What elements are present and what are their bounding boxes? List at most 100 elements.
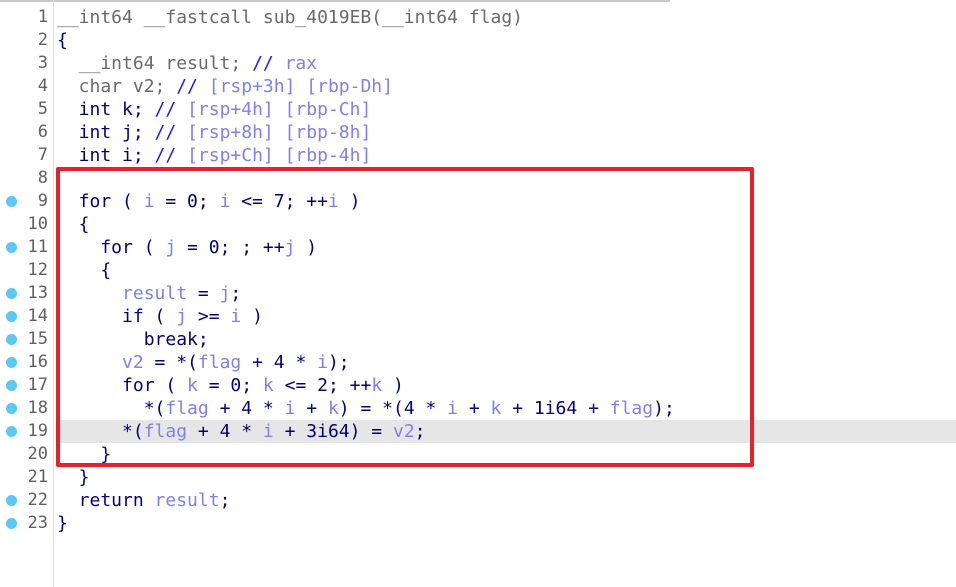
code-text: int k; // [rsp+4h] [rbp-Ch] xyxy=(57,98,372,121)
code-token: >= xyxy=(187,306,231,327)
identifier-token: j xyxy=(219,283,231,304)
code-line[interactable]: 1 __int64 __fastcall sub_4019EB(__int64 f… xyxy=(0,6,956,29)
code-line[interactable]: 5 int k; // [rsp+4h] [rbp-Ch] xyxy=(0,98,956,121)
code-line[interactable]: 16 v2 = *(flag + 4 * i); xyxy=(0,351,956,374)
code-token: { xyxy=(57,214,90,235)
code-token: for ( xyxy=(57,375,188,396)
code-line[interactable]: 4 char v2; // [rsp+3h] [rbp-Dh] xyxy=(0,75,956,98)
code-line[interactable]: 18 *(flag + 4 * i + k) = *(4 * i + k + 1… xyxy=(0,397,956,420)
identifier-token: flag xyxy=(143,421,188,442)
code-line[interactable]: 20 } xyxy=(0,443,956,466)
code-text: char v2; // [rsp+3h] [rbp-Dh] xyxy=(57,75,393,98)
code-token: } xyxy=(57,467,90,488)
code-line-highlighted[interactable]: 19 *(flag + 4 * i + 3i64) = v2; xyxy=(6,420,956,443)
code-token: + 3i64) = xyxy=(273,421,393,442)
identifier-token: i xyxy=(327,191,339,212)
code-line[interactable]: 11 for ( j = 0; ; ++j ) xyxy=(0,236,956,259)
line-number: 9 xyxy=(37,191,48,211)
identifier-token: flag xyxy=(165,398,209,419)
identifier-token: v2 xyxy=(392,421,415,442)
code-line[interactable]: 7 int i; // [rsp+Ch] [rbp-4h] xyxy=(0,144,956,167)
code-token: ; xyxy=(414,421,426,442)
comment-token: // xyxy=(154,145,188,166)
line-number: 2 xyxy=(37,30,48,50)
line-number: 6 xyxy=(37,122,48,142)
code-token: ) xyxy=(295,237,318,258)
code-line[interactable]: 8 xyxy=(0,167,956,190)
code-line[interactable]: 9 for ( i = 0; i <= 7; ++i ) xyxy=(0,190,956,213)
line-number: 1 xyxy=(37,7,48,27)
code-text: v2 = *(flag + 4 * i); xyxy=(57,351,350,374)
identifier-token: k xyxy=(262,375,274,396)
code-token: for ( xyxy=(57,237,166,258)
line-number: 13 xyxy=(27,283,48,303)
code-token: char v2; xyxy=(57,76,177,97)
code-token: = 0; ; ++ xyxy=(176,237,285,258)
code-line[interactable]: 6 int j; // [rsp+8h] [rbp-8h] xyxy=(0,121,956,144)
line-number: 8 xyxy=(37,168,48,188)
code-line[interactable]: 21 } xyxy=(0,466,956,489)
line-number: 17 xyxy=(27,375,48,395)
identifier-token: result xyxy=(122,283,188,304)
code-text: break; xyxy=(57,328,209,351)
comment-token: // xyxy=(154,99,188,120)
line-number: 11 xyxy=(27,237,48,257)
code-token: int k; xyxy=(57,99,155,120)
identifier-token: i xyxy=(262,421,274,442)
identifier-token: k xyxy=(327,398,339,419)
code-line[interactable]: 14 if ( j >= i ) xyxy=(0,305,956,328)
code-line[interactable]: 2{ xyxy=(0,29,956,52)
line-number: 7 xyxy=(37,145,48,165)
code-line[interactable]: 3 __int64 result; // rax xyxy=(0,52,956,75)
comment-token: // xyxy=(154,122,188,143)
code-token: break; xyxy=(57,329,209,350)
line-number: 20 xyxy=(27,444,48,464)
code-line[interactable]: 17 for ( k = 0; k <= 2; ++k ) xyxy=(0,374,956,397)
code-text: return result; xyxy=(57,489,231,512)
code-text: for ( k = 0; k <= 2; ++k ) xyxy=(57,374,404,397)
line-number: 3 xyxy=(37,53,48,73)
code-token: ) xyxy=(382,375,404,396)
identifier-token: k xyxy=(371,375,383,396)
code-token: { xyxy=(57,30,68,51)
code-line[interactable]: 15 break; xyxy=(0,328,956,351)
code-token: for ( xyxy=(57,191,144,212)
line-number: 15 xyxy=(27,329,48,349)
code-token: = 0; xyxy=(154,191,220,212)
line-number: 16 xyxy=(27,352,48,372)
identifier-token: k xyxy=(490,398,502,419)
code-line[interactable]: 13 result = j; xyxy=(0,282,956,305)
code-text: } xyxy=(57,512,68,535)
identifier-token: i xyxy=(230,306,242,327)
identifier-token: [rsp+8h] [rbp-8h] xyxy=(187,122,372,143)
code-line[interactable]: 10 { xyxy=(0,213,956,236)
identifier-token: [rsp+Ch] [rbp-4h] xyxy=(187,145,372,166)
line-number: 5 xyxy=(37,99,48,119)
code-token: if ( xyxy=(57,306,177,327)
code-token: { xyxy=(57,260,112,281)
code-token: + xyxy=(295,398,328,419)
pseudocode-view[interactable]: 1 __int64 __fastcall sub_4019EB(__int64 f… xyxy=(0,6,956,535)
code-line[interactable]: 12 { xyxy=(0,259,956,282)
code-token: = *( xyxy=(143,352,198,373)
code-token: *( xyxy=(57,398,166,419)
code-token: __int64 __fastcall sub_4019EB(__int64 fl… xyxy=(57,7,523,28)
code-text: } xyxy=(57,466,90,489)
identifier-token: i xyxy=(219,191,231,212)
code-line[interactable]: 23} xyxy=(0,512,956,535)
code-token: int j; xyxy=(57,122,155,143)
code-text: } xyxy=(57,443,111,466)
code-token: = xyxy=(187,283,220,304)
code-token: ) = *(4 * xyxy=(338,398,448,419)
identifier-token: v2 xyxy=(122,352,144,373)
code-text: if ( j >= i ) xyxy=(57,305,263,328)
code-line[interactable]: 22 return result; xyxy=(0,489,956,512)
comment-token: // xyxy=(252,53,285,74)
identifier-token: [rsp+4h] [rbp-Ch] xyxy=(187,99,372,120)
code-text: { xyxy=(57,213,90,236)
code-token: = 0; xyxy=(197,375,263,396)
line-number: 18 xyxy=(27,398,48,418)
identifier-token: i xyxy=(317,352,328,373)
